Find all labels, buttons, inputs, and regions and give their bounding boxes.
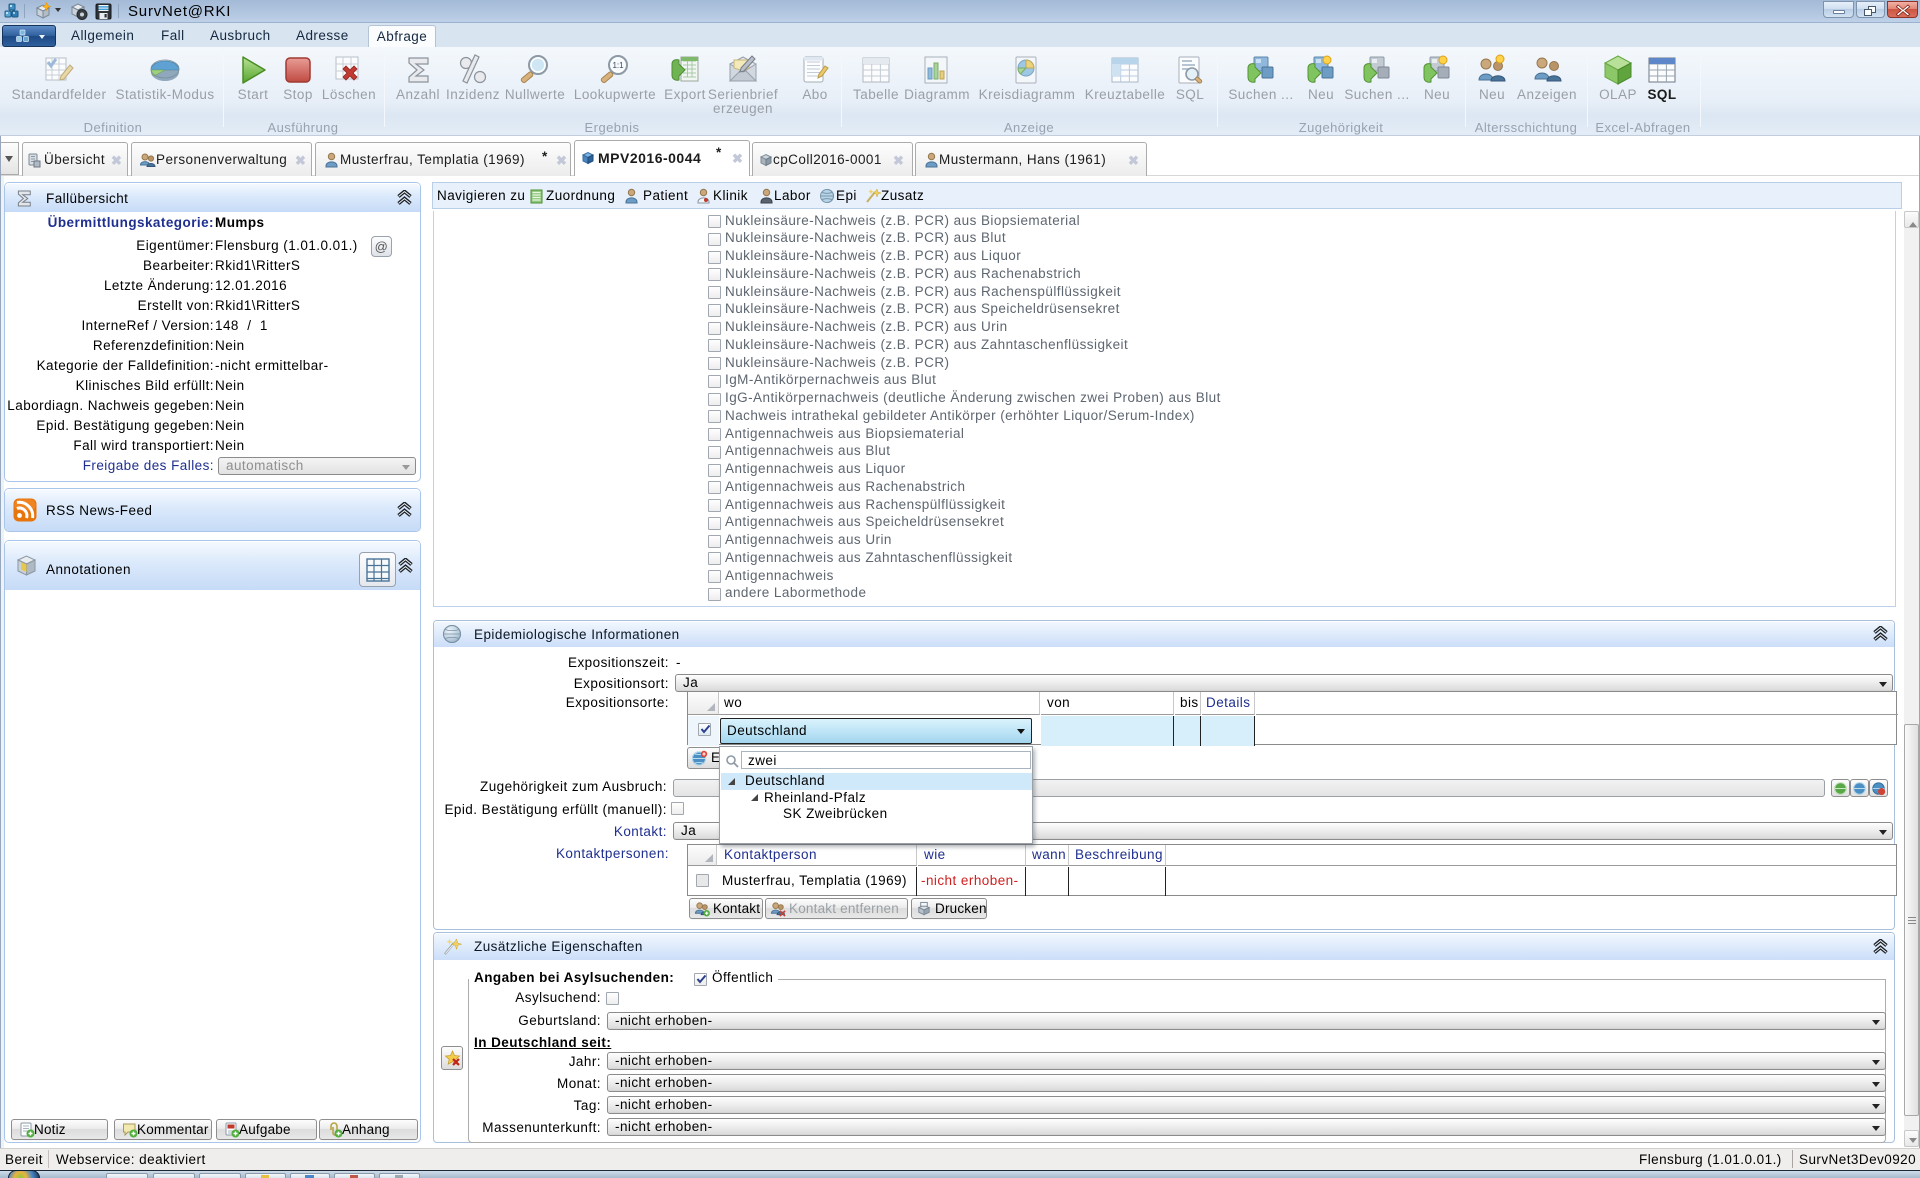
svg-text:1:1: 1:1 xyxy=(612,61,624,70)
